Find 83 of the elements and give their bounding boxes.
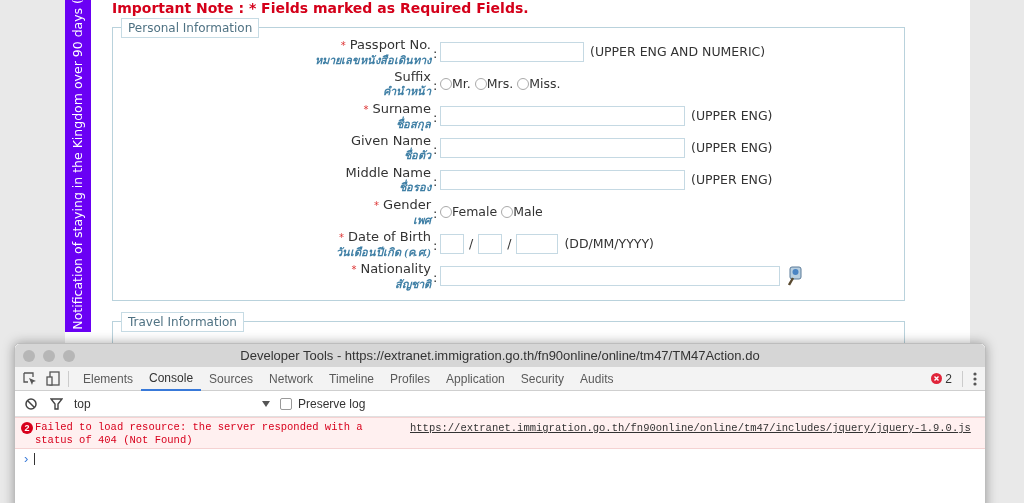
day-field[interactable] [440, 234, 464, 254]
thai-label: สัญชาติ [395, 276, 431, 292]
radio-option[interactable]: Miss. [517, 74, 561, 94]
devtools-tab[interactable]: Console [141, 366, 202, 391]
text-field[interactable] [440, 138, 685, 158]
field-label: Passport No. [349, 36, 431, 52]
text-field[interactable] [440, 170, 685, 190]
radio-option[interactable]: Female [440, 202, 498, 222]
devtools-tab[interactable]: Timeline [321, 366, 382, 391]
text-field[interactable] [440, 266, 780, 286]
thai-label: วันเดือนปีเกิด (ค.ศ.) [336, 244, 431, 260]
colon: : [432, 204, 439, 221]
radio-option[interactable]: Mrs. [474, 74, 514, 94]
error-message: Failed to load resource: the server responded with a status of 404 (Not Found) [35, 421, 364, 447]
colon: : [432, 140, 439, 159]
field-label: Surname [372, 100, 431, 116]
colon: : [432, 236, 439, 255]
more-icon[interactable] [973, 371, 977, 386]
required-mark: * [338, 230, 344, 245]
text-cursor [34, 453, 36, 465]
window-control-icon[interactable] [43, 349, 55, 362]
radio-option[interactable]: Mr. [440, 74, 471, 94]
checkbox-label[interactable]: Preserve log [298, 394, 366, 413]
resource-link[interactable]: https://extranet.immigration.go.th/fn90online/online/tm47/includes/jquery/jquery-1.9.0.js [410, 422, 971, 435]
side-tab[interactable]: Notification of staying in the Kingdom over 90 days ( [65, 0, 91, 332]
devtools-tab[interactable]: Elements [75, 366, 142, 391]
section-legend: Personal Information [121, 18, 260, 38]
required-mark: * [363, 102, 369, 117]
required-mark: * [351, 262, 357, 277]
devtools-tab[interactable]: Application [438, 366, 513, 391]
radio-option[interactable]: Male [501, 202, 543, 222]
thai-label: ชื่อสกุล [396, 116, 431, 132]
field-label: Date of Birth [347, 228, 431, 244]
format-hint: (UPPER ENG) [691, 170, 773, 189]
thai-label: ชื่อรอง [399, 180, 431, 195]
month-field[interactable] [478, 234, 503, 254]
devtools-tab[interactable]: Network [261, 366, 322, 391]
format-hint: (DD/MM/YYYY) [564, 234, 654, 253]
thai-label: หมายเลขหนังสือเดินทาง [315, 52, 431, 68]
thai-label: ชื่อตัว [404, 148, 431, 163]
inspect-icon[interactable] [23, 371, 37, 386]
dropdown-arrow-icon [262, 400, 270, 407]
field-label: Given Name [350, 133, 431, 148]
filter-icon[interactable] [50, 397, 63, 410]
field-label: Suffix [394, 69, 431, 84]
date-separator: / [469, 234, 474, 253]
devtools-tab[interactable]: Audits [572, 366, 622, 391]
colon: : [432, 108, 439, 127]
error-count[interactable]: 2 [945, 369, 952, 388]
window-control-icon[interactable] [63, 349, 75, 362]
error-count-badge: 2 [21, 422, 33, 434]
colon: : [432, 172, 439, 191]
field-label: Gender [383, 196, 431, 212]
window-control-icon[interactable] [23, 349, 35, 362]
date-separator: / [507, 234, 512, 253]
text-field[interactable] [440, 106, 685, 126]
important-note: Important Note : * Fields marked as Required Fields. [112, 0, 530, 16]
thai-label: เพศ [413, 213, 431, 228]
error-icon [931, 373, 943, 384]
format-hint: (UPPER ENG) [691, 138, 773, 157]
colon: : [432, 268, 439, 287]
colon: : [432, 76, 439, 95]
device-icon[interactable] [46, 371, 60, 386]
window-title: Developer Tools - https://extranet.immigration.go.th/fn90online/online/tm47/TM47Action.do [240, 346, 760, 365]
field-label: Nationality [360, 260, 431, 276]
colon: : [432, 44, 439, 63]
year-field[interactable] [516, 234, 559, 254]
format-hint: (UPPER ENG AND NUMERIC) [590, 42, 766, 61]
checkbox[interactable] [280, 397, 292, 410]
context-dropdown[interactable]: top [74, 394, 270, 413]
devtools-tab[interactable]: Security [512, 366, 573, 391]
search-person-icon[interactable] [787, 266, 803, 286]
prompt-caret: › [24, 450, 29, 469]
clear-icon[interactable] [25, 397, 37, 410]
section-legend: Travel Information [121, 312, 244, 332]
required-mark: * [340, 38, 346, 53]
devtools-tab[interactable]: Sources [201, 366, 262, 391]
text-field[interactable] [440, 42, 584, 62]
field-label: Middle Name [345, 165, 431, 180]
devtools-tab[interactable]: Profiles [382, 366, 439, 391]
thai-label: คำนำหน้า [383, 84, 431, 99]
required-mark: * [374, 198, 380, 213]
format-hint: (UPPER ENG) [691, 106, 773, 125]
